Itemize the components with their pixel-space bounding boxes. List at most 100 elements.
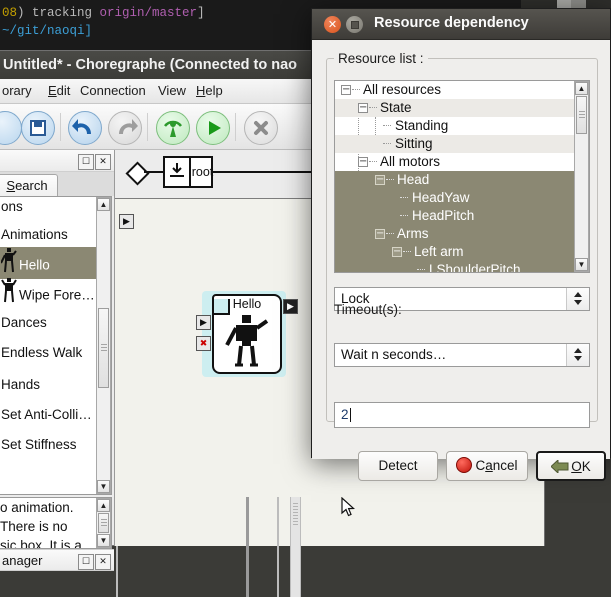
tree-scroll-up-arrow[interactable]: ▲ bbox=[575, 82, 588, 95]
canvas-input-port[interactable]: ▶ bbox=[119, 214, 134, 229]
diagram-box-hello-body: Hello bbox=[212, 294, 282, 374]
tree-row-head[interactable]: − Head bbox=[335, 171, 574, 189]
box-input-port-play[interactable]: ▶ bbox=[196, 315, 211, 330]
redo-glyph bbox=[119, 119, 138, 134]
tab-search[interactable]: Search bbox=[0, 174, 58, 196]
expander-minus-icon-head[interactable]: − bbox=[375, 175, 385, 185]
redo-icon[interactable] bbox=[108, 111, 142, 145]
tree-row-state[interactable]: − State bbox=[335, 99, 574, 117]
tree-scrollbar[interactable]: ▲ ▼ bbox=[574, 81, 589, 272]
tree-scroll-thumb[interactable] bbox=[576, 96, 587, 134]
panel-splitter-handle[interactable] bbox=[290, 497, 301, 597]
undo-icon[interactable] bbox=[68, 111, 102, 145]
tree-row-standing-label: Standing bbox=[395, 118, 449, 133]
toolbar-separator-3 bbox=[235, 113, 236, 141]
list-item-5-label: Endless Walk bbox=[1, 345, 83, 360]
breadcrumb-root-box[interactable]: root bbox=[163, 156, 213, 188]
box-library-list[interactable]: ons Animations Hello Wipe Fore… Dances E… bbox=[0, 196, 112, 495]
robot-icon-2 bbox=[1, 277, 19, 309]
close-icon[interactable]: ✕ bbox=[324, 16, 341, 33]
back-arrow-glyph bbox=[550, 458, 569, 475]
robot-icon-large bbox=[225, 315, 269, 367]
chevron-up-icon-2[interactable] bbox=[574, 348, 582, 353]
dialog-title-bar[interactable]: ✕ Resource dependency bbox=[312, 9, 610, 40]
doc-scrollbar[interactable]: ▲ ▼ bbox=[96, 498, 111, 548]
doc-scroll-thumb[interactable] bbox=[98, 513, 109, 533]
save-icon[interactable] bbox=[21, 111, 55, 145]
panel-divider-1[interactable] bbox=[116, 546, 118, 597]
list-item-7[interactable]: Set Anti-Colli… bbox=[0, 399, 96, 431]
box-input-port-stop[interactable]: ✖ bbox=[196, 336, 211, 351]
cancel-button[interactable]: Cancel bbox=[446, 451, 528, 481]
menu-item-library[interactable]: orary bbox=[2, 83, 32, 98]
panel-divider-3[interactable] bbox=[277, 497, 279, 597]
timeout-seconds-input[interactable]: 2 bbox=[334, 402, 590, 428]
tree-row-headyaw[interactable]: HeadYaw bbox=[335, 189, 574, 207]
doc-line-0: o animation. bbox=[0, 500, 74, 515]
tree-row-lshoulderpitch[interactable]: LShoulderPitch bbox=[335, 261, 574, 272]
tree-row-left-arm-label: Left arm bbox=[414, 244, 464, 259]
list-item-5[interactable]: Endless Walk bbox=[0, 337, 96, 369]
chevron-down-icon[interactable] bbox=[574, 300, 582, 305]
tree-row-arms[interactable]: − Arms bbox=[335, 225, 574, 243]
doc-scroll-up-arrow[interactable]: ▲ bbox=[97, 499, 110, 512]
tree-scroll-down-arrow[interactable]: ▼ bbox=[575, 258, 588, 271]
timeout-mode-value: Wait n seconds… bbox=[341, 347, 447, 362]
float-panel-icon[interactable]: ☐ bbox=[78, 154, 94, 170]
timeout-mode-combo[interactable]: Wait n seconds… bbox=[334, 343, 590, 367]
chevron-up-icon[interactable] bbox=[574, 292, 582, 297]
library-panel-header: ☐ ✕ bbox=[0, 150, 114, 172]
resource-tree[interactable]: − All resources − State Standing Sitting… bbox=[334, 80, 590, 273]
list-item-8-label: Set Stiffness bbox=[1, 437, 77, 452]
list-item-8[interactable]: Set Stiffness bbox=[0, 429, 96, 461]
tree-dash-7 bbox=[400, 215, 408, 216]
menu-item-view[interactable]: View bbox=[158, 83, 186, 98]
tree-dash-1 bbox=[369, 107, 377, 108]
diagram-box-hello[interactable]: Hello ▶ ✖ ▶ bbox=[196, 291, 298, 377]
tree-dash-4 bbox=[369, 161, 377, 162]
menu-item-edit[interactable]: Edit bbox=[48, 83, 70, 98]
scroll-up-arrow[interactable]: ▲ bbox=[97, 198, 110, 211]
detect-button[interactable]: Detect bbox=[358, 451, 438, 481]
open-icon[interactable] bbox=[0, 111, 22, 145]
tree-row-all-resources[interactable]: − All resources bbox=[335, 81, 574, 99]
tree-row-sitting[interactable]: Sitting bbox=[335, 135, 574, 153]
doc-scroll-down-arrow[interactable]: ▼ bbox=[97, 534, 110, 547]
close-bottom-panel-icon[interactable]: ✕ bbox=[95, 554, 111, 570]
tree-dash-10 bbox=[417, 269, 425, 270]
ok-button[interactable]: OK bbox=[536, 451, 606, 481]
lock-mode-spinner[interactable] bbox=[566, 288, 589, 310]
list-item-wipe[interactable]: Wipe Fore… bbox=[0, 277, 96, 309]
dialog-title: Resource dependency bbox=[374, 15, 529, 31]
menu-item-help[interactable]: Help bbox=[196, 83, 223, 98]
chevron-down-icon-2[interactable] bbox=[574, 356, 582, 361]
library-scrollbar[interactable]: ▲ ▼ bbox=[96, 197, 111, 494]
close-panel-icon[interactable]: ✕ bbox=[95, 154, 111, 170]
stop-icon[interactable] bbox=[244, 111, 278, 145]
play-icon[interactable] bbox=[196, 111, 230, 145]
connect-icon[interactable] bbox=[156, 111, 190, 145]
scroll-thumb[interactable] bbox=[98, 308, 109, 388]
maximize-icon[interactable] bbox=[346, 16, 363, 33]
box-output-port[interactable]: ▶ bbox=[283, 299, 298, 314]
list-item-6[interactable]: Hands bbox=[0, 369, 96, 401]
expander-minus-icon-state[interactable]: − bbox=[358, 103, 368, 113]
tree-row-standing[interactable]: Standing bbox=[335, 117, 574, 135]
timeout-mode-spinner[interactable] bbox=[566, 344, 589, 366]
expander-minus-icon-arms[interactable]: − bbox=[375, 229, 385, 239]
expander-minus-icon[interactable]: − bbox=[341, 85, 351, 95]
terminal-line-1-end: ] bbox=[197, 6, 205, 20]
panel-divider-2[interactable] bbox=[246, 497, 249, 597]
cancel-button-label-post: ncel bbox=[492, 458, 518, 473]
scroll-down-arrow[interactable]: ▼ bbox=[97, 480, 110, 493]
tree-row-left-arm[interactable]: − Left arm bbox=[335, 243, 574, 261]
menu-item-connection[interactable]: Connection bbox=[80, 83, 146, 98]
list-item-hello[interactable]: Hello bbox=[0, 247, 96, 279]
float-bottom-panel-icon[interactable]: ☐ bbox=[78, 554, 94, 570]
expander-minus-icon-leftarm[interactable]: − bbox=[392, 247, 402, 257]
expander-minus-icon-motors[interactable]: − bbox=[358, 157, 368, 167]
tree-row-headpitch[interactable]: HeadPitch bbox=[335, 207, 574, 225]
list-item-4[interactable]: Dances bbox=[0, 307, 96, 339]
root-icon bbox=[170, 163, 184, 177]
tree-row-all-motors[interactable]: − All motors bbox=[335, 153, 574, 171]
